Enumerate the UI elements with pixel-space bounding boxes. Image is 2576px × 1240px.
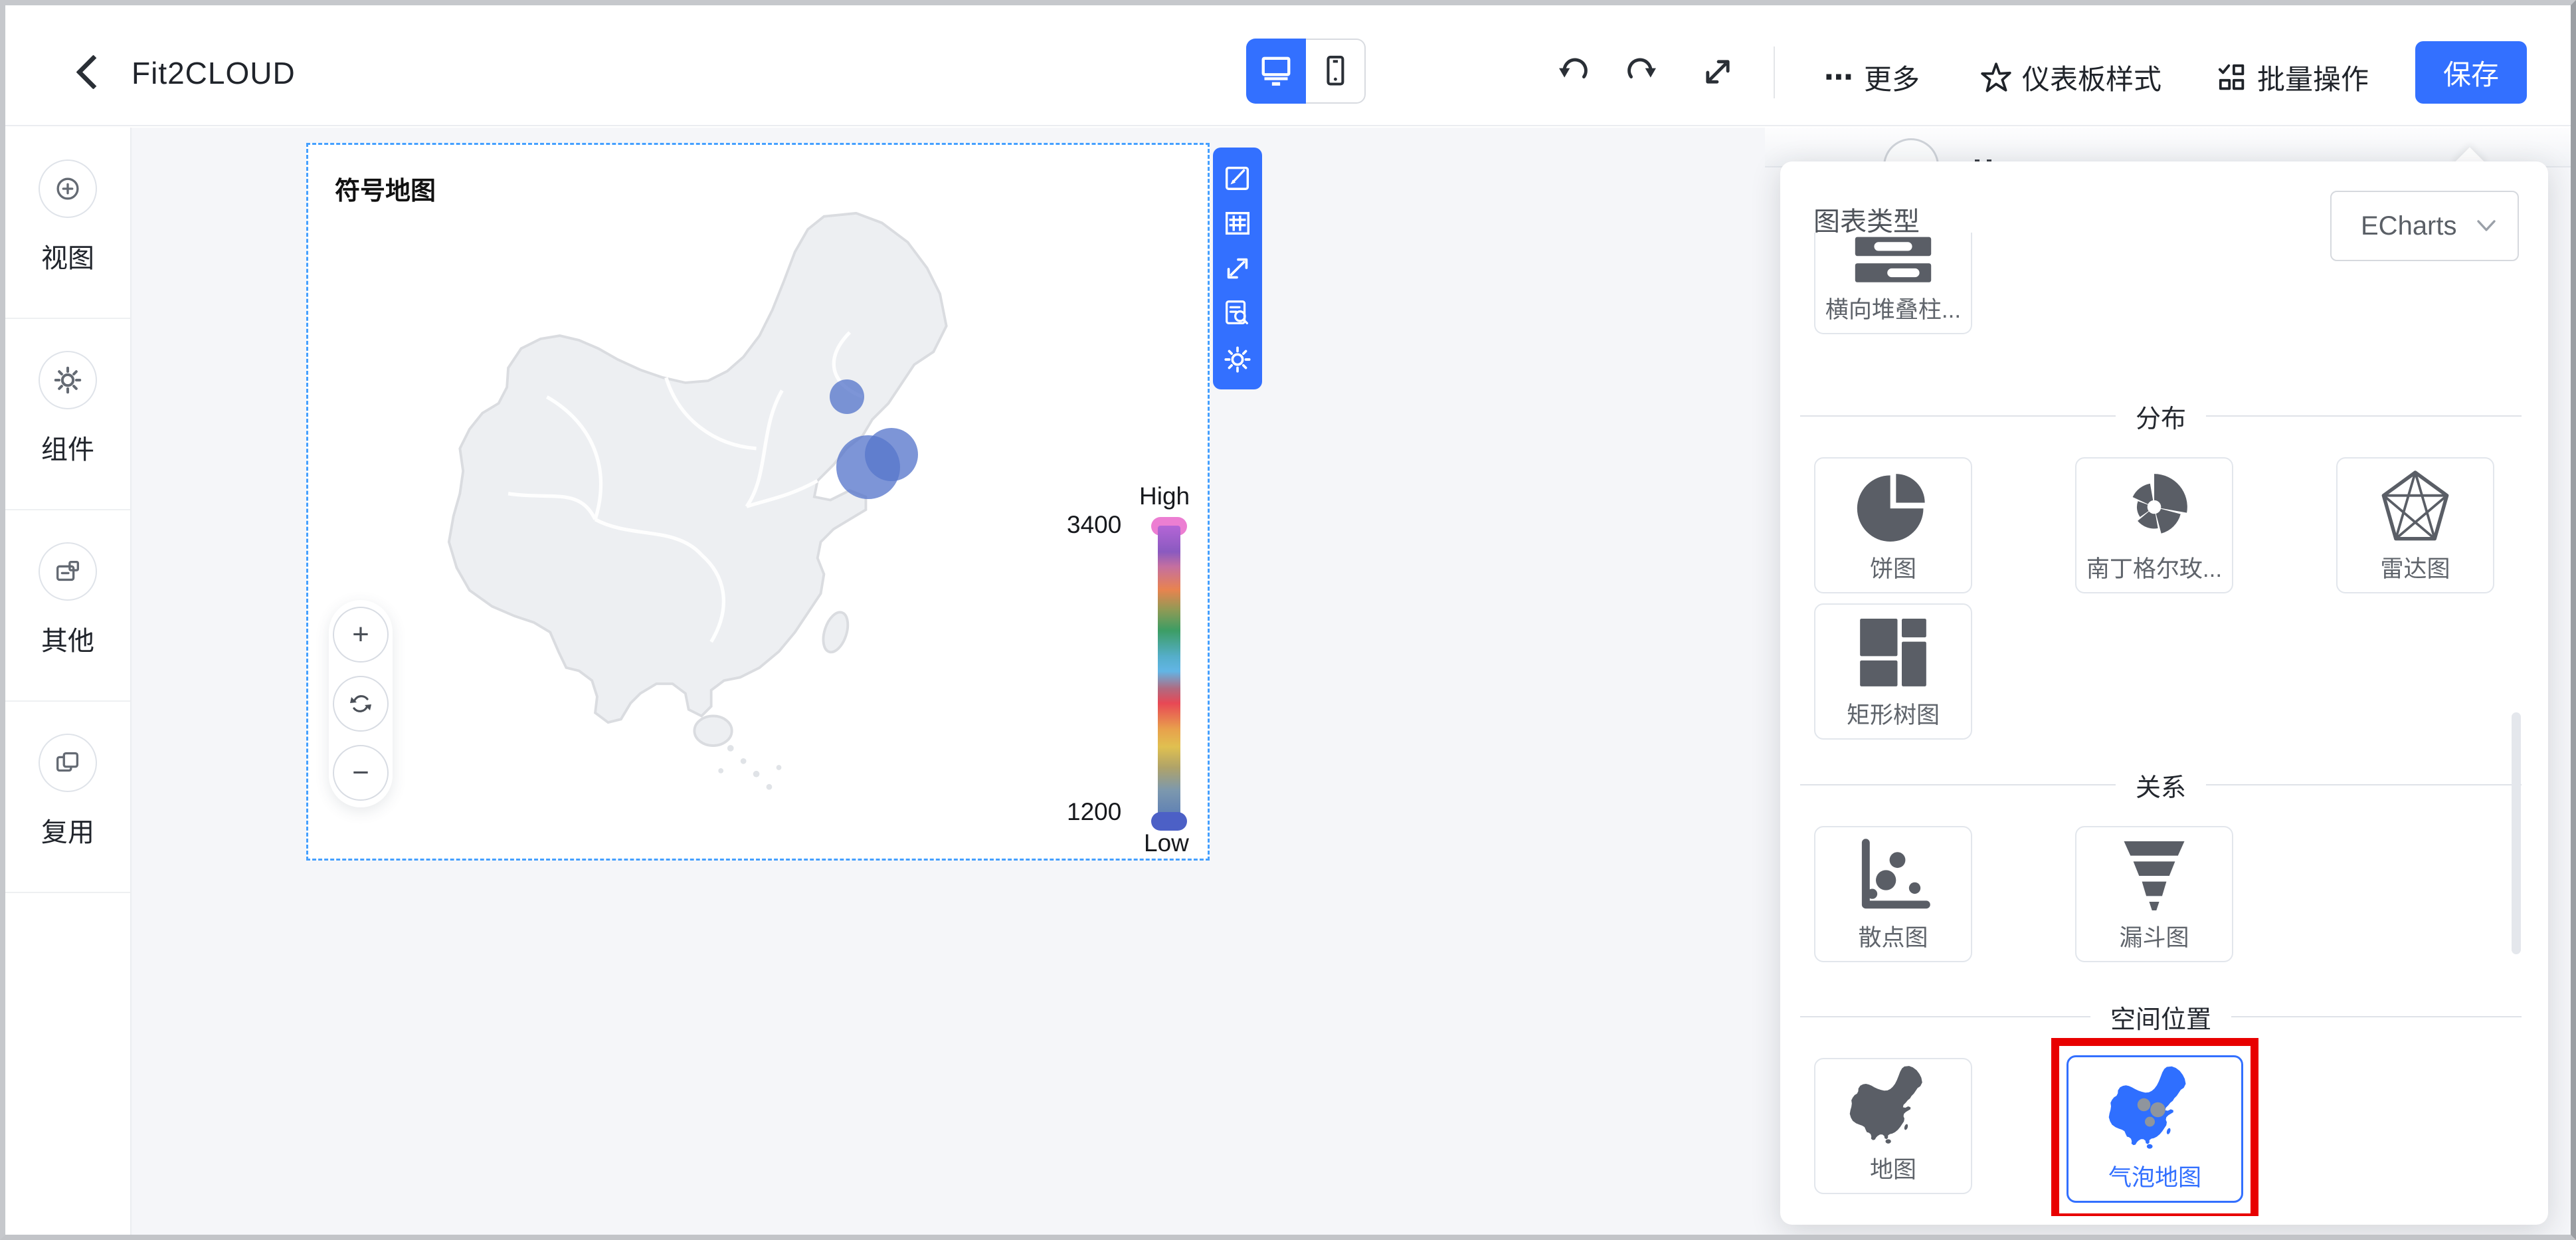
tile-h-stacked-bar[interactable]: 横向堆叠柱... <box>1814 233 1972 334</box>
tile-map[interactable]: 地图 <box>1814 1058 1972 1194</box>
device-toggle <box>1246 39 1366 104</box>
refresh-icon <box>347 690 374 717</box>
dashboard-style-label: 仪表板样式 <box>2022 57 2162 98</box>
map-reset-button[interactable] <box>333 676 389 732</box>
legend-gradient-bar <box>1158 526 1180 817</box>
pie-icon <box>1843 464 1943 550</box>
circle-plus-icon <box>39 159 97 218</box>
ellipsis-icon: ⋯ <box>1824 64 1855 91</box>
phone-icon <box>1318 52 1352 90</box>
scatter-icon <box>1843 833 1943 919</box>
back-button[interactable] <box>72 53 109 90</box>
gear-icon <box>39 351 97 409</box>
treemap-icon <box>1843 610 1943 696</box>
batch-check-grid-icon <box>2217 62 2248 93</box>
radar-icon <box>2365 464 2465 550</box>
more-label: 更多 <box>1864 57 1920 98</box>
section-distribution: 分布 <box>1800 401 2522 431</box>
map-zoom-controls: + − <box>329 600 393 807</box>
batch-operation-label: 批量操作 <box>2257 57 2369 98</box>
legend-max-value: 3400 <box>1067 511 1121 539</box>
edit-icon[interactable] <box>1222 162 1253 193</box>
panel-scrollbar[interactable] <box>2512 712 2521 954</box>
zoom-in-button[interactable]: + <box>333 607 389 663</box>
bubble-map-icon <box>2105 1063 2205 1159</box>
tile-scatter[interactable]: 散点图 <box>1814 826 1972 962</box>
tile-radar[interactable]: 雷达图 <box>2336 457 2494 593</box>
map-bubbles <box>800 348 946 520</box>
legend-high-label: High <box>1139 482 1190 510</box>
widget-icon <box>39 542 97 601</box>
tile-treemap[interactable]: 矩形树图 <box>1814 603 1972 740</box>
save-button[interactable]: 保存 <box>2415 41 2527 104</box>
mobile-view-button[interactable] <box>1306 39 1366 104</box>
sidebar-item-view[interactable]: 视图 <box>5 128 130 319</box>
section-relation: 关系 <box>1800 770 2522 799</box>
batch-operation-button[interactable]: 批量操作 <box>2217 57 2369 98</box>
funnel-icon <box>2104 833 2204 919</box>
left-sidebar: 视图 组件 <box>5 128 132 1235</box>
tile-rose[interactable]: 南丁格尔玫... <box>2075 457 2233 593</box>
desktop-view-button[interactable] <box>1246 39 1306 104</box>
fullscreen-icon[interactable] <box>1701 54 1735 89</box>
dashboard-style-button[interactable]: 仪表板样式 <box>1979 57 2162 98</box>
top-toolbar: Fit2CLOUD <box>5 5 2571 126</box>
h-stacked-bar-icon <box>1843 233 1943 291</box>
legend-min-value: 1200 <box>1067 798 1121 826</box>
china-map <box>424 186 1069 814</box>
sidebar-item-component[interactable]: 组件 <box>5 319 130 510</box>
zoom-out-button[interactable]: − <box>333 745 389 801</box>
undo-icon[interactable] <box>1554 54 1589 89</box>
highlight-box: 气泡地图 <box>2051 1038 2258 1216</box>
china-map-icon <box>1843 1065 1943 1151</box>
settings-gear-icon[interactable] <box>1222 344 1253 375</box>
dashboard-title: Fit2CLOUD <box>132 55 296 91</box>
star-icon <box>1979 61 2013 94</box>
app-window: Fit2CLOUD <box>0 0 2576 1240</box>
symbol-map-widget[interactable]: 符号地图 <box>306 143 1210 861</box>
chart-type-list: 横向堆叠柱... 分布 饼图 <box>1787 233 2531 1216</box>
widget-toolbar <box>1213 148 1262 389</box>
table-icon[interactable] <box>1222 208 1253 239</box>
monitor-icon <box>1257 52 1295 90</box>
tile-pie[interactable]: 饼图 <box>1814 457 1972 593</box>
more-menu[interactable]: ⋯ 更多 <box>1824 57 1920 98</box>
resize-icon[interactable] <box>1222 253 1253 284</box>
sidebar-item-reuse[interactable]: 复用 <box>5 702 130 893</box>
tile-bubble-map[interactable]: 气泡地图 <box>2067 1055 2243 1203</box>
widget-title: 符号地图 <box>335 170 436 207</box>
rose-icon <box>2104 464 2204 550</box>
chart-type-panel: 图表类型 ECharts <box>1780 161 2548 1225</box>
view-data-icon[interactable] <box>1222 298 1253 329</box>
redo-icon[interactable] <box>1626 54 1661 89</box>
sidebar-item-other[interactable]: 其他 <box>5 510 130 702</box>
legend-low-label: Low <box>1144 829 1189 857</box>
legend-bottom-cap <box>1151 812 1187 831</box>
tile-funnel[interactable]: 漏斗图 <box>2075 826 2233 962</box>
section-spatial: 空间位置 <box>1800 1002 2522 1031</box>
copy-icon <box>39 734 97 792</box>
toolbar-divider <box>1774 47 1775 98</box>
